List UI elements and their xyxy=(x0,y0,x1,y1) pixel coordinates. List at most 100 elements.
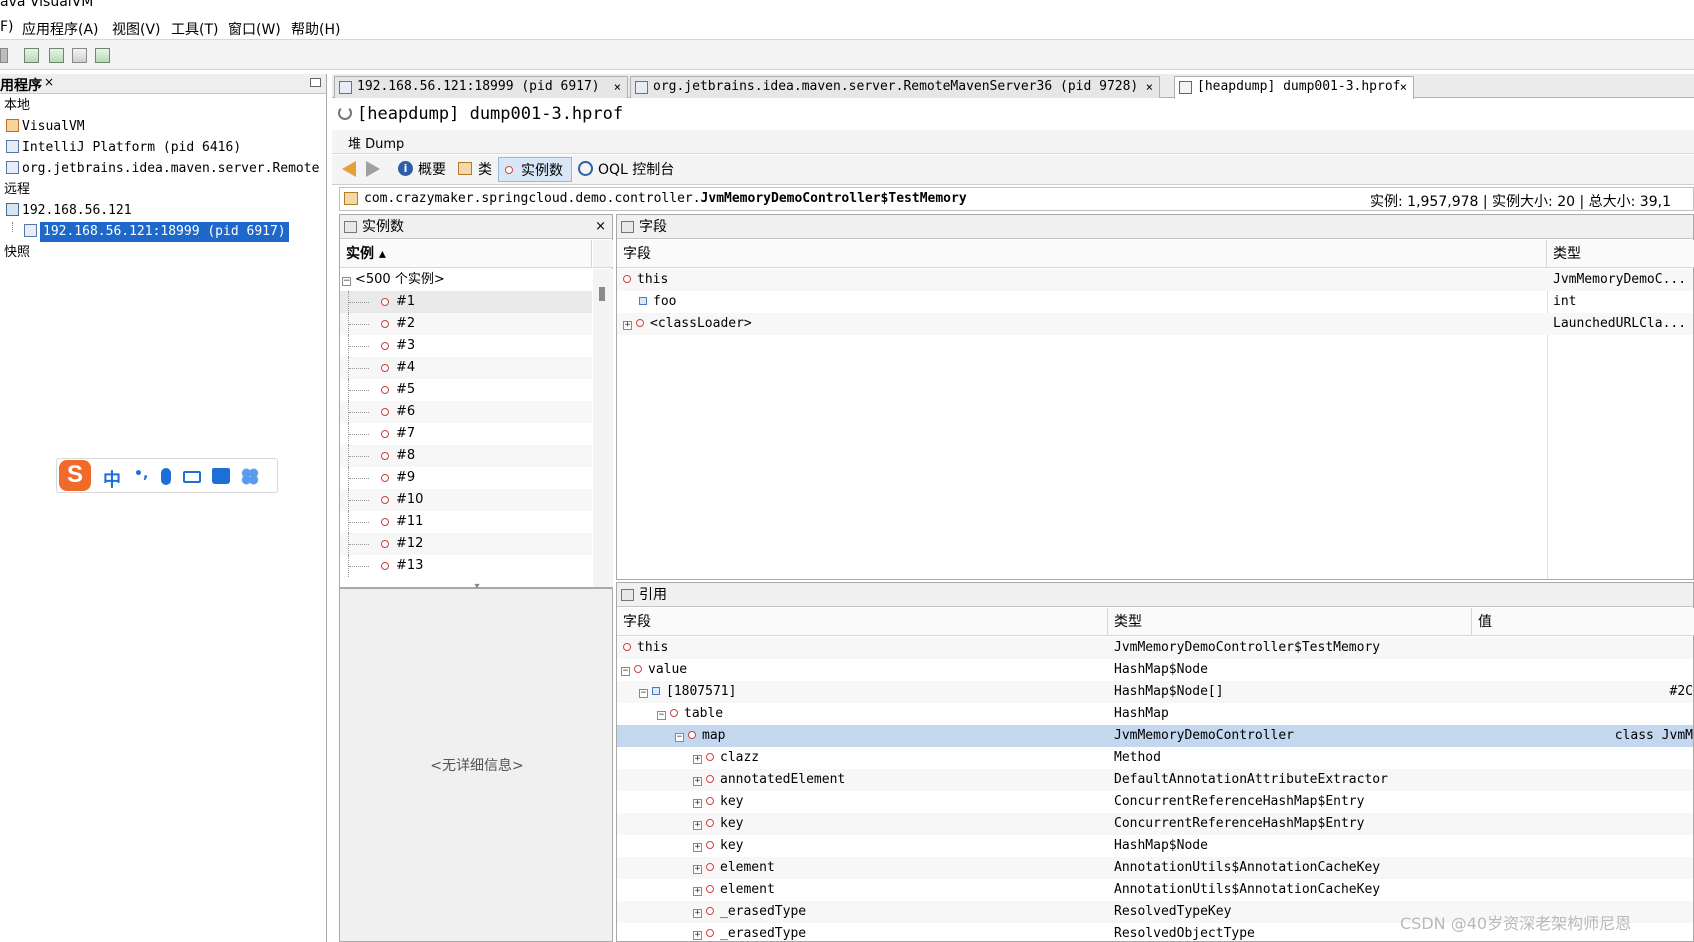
tree-node-remote-app[interactable]: 192.168.56.121:18999 (pid 6917) xyxy=(24,222,289,242)
tree-node-remote[interactable]: 远程 xyxy=(4,180,30,200)
menu-help[interactable]: 帮助(H) xyxy=(291,19,340,39)
instance-item[interactable]: #2 xyxy=(340,313,592,335)
collapse-icon[interactable]: − xyxy=(342,277,351,286)
instance-item[interactable]: #4 xyxy=(340,357,592,379)
instance-column-header[interactable]: 实例 ▴ xyxy=(340,240,592,268)
add-coredump-icon[interactable] xyxy=(95,48,110,63)
instance-item[interactable]: #10 xyxy=(340,489,592,511)
expand-icon[interactable]: + xyxy=(693,887,702,896)
reference-row[interactable]: − value HashMap$Node xyxy=(617,659,1693,681)
column-chooser-icon[interactable] xyxy=(593,240,613,268)
menu-tools[interactable]: 工具(T) xyxy=(171,19,218,39)
instances-view-button[interactable]: 实例数 xyxy=(498,157,572,182)
field-row[interactable]: + <classLoader> LaunchedURLCla... xyxy=(617,313,1693,335)
microphone-icon[interactable] xyxy=(161,468,171,485)
menu-window[interactable]: 窗口(W) xyxy=(228,19,281,39)
tree-node-intellij[interactable]: IntelliJ Platform (pid 6416) xyxy=(6,138,241,158)
reference-row[interactable]: + annotatedElement DefaultAnnotationAttrib… xyxy=(617,769,1693,791)
summary-view-button[interactable]: 概要 xyxy=(418,159,446,179)
instances-scrollbar-thumb[interactable] xyxy=(599,287,605,301)
instance-item[interactable]: #6 xyxy=(340,401,592,423)
tab-maven-server[interactable]: org.jetbrains.idea.maven.server.RemoteMa… xyxy=(630,76,1160,98)
expand-icon[interactable]: + xyxy=(693,843,702,852)
instances-group-row[interactable]: − <500 个实例> xyxy=(342,269,592,291)
tree-node-maven-server[interactable]: org.jetbrains.idea.maven.server.Remote xyxy=(6,159,319,179)
classes-view-button[interactable]: 类 xyxy=(478,159,492,179)
fields-column-field[interactable]: 字段 xyxy=(617,240,1547,268)
instance-icon xyxy=(381,386,389,394)
collapse-icon[interactable]: − xyxy=(657,711,666,720)
add-jmx-icon[interactable] xyxy=(49,48,64,63)
collapse-icon[interactable]: − xyxy=(675,733,684,742)
tree-node-local[interactable]: 本地 xyxy=(4,96,30,116)
instance-item[interactable]: #9 xyxy=(340,467,592,489)
forward-arrow-icon[interactable] xyxy=(366,161,380,177)
tree-node-snapshots[interactable]: 快照 xyxy=(4,243,30,263)
tab-close-icon[interactable]: × xyxy=(1400,77,1407,97)
refresh-icon[interactable] xyxy=(338,106,352,120)
instance-item[interactable]: #13 xyxy=(340,555,592,577)
ime-punctuation-mode[interactable]: •, xyxy=(134,466,148,482)
instances-panel-close-icon[interactable]: × xyxy=(595,215,606,239)
instances-view-label: 实例数 xyxy=(521,163,563,179)
field-row[interactable]: this JvmMemoryDemoC... xyxy=(617,269,1693,291)
expand-icon[interactable]: + xyxy=(693,909,702,918)
instance-item[interactable]: #8 xyxy=(340,445,592,467)
ime-chinese-mode[interactable]: 中 xyxy=(103,466,121,492)
applications-panel-close-icon[interactable]: × xyxy=(44,75,54,89)
menu-view[interactable]: 视图(V) xyxy=(112,19,161,39)
ime-toolbar[interactable]: S 中 •, xyxy=(56,458,278,493)
heap-dump-subtab[interactable]: 堆 Dump xyxy=(348,133,404,152)
instance-item[interactable]: #12 xyxy=(340,533,592,555)
add-snapshot-icon[interactable] xyxy=(72,48,87,63)
instance-item[interactable]: #7 xyxy=(340,423,592,445)
expand-icon[interactable]: + xyxy=(693,799,702,808)
instance-item[interactable]: #11 xyxy=(340,511,592,533)
minimize-icon[interactable] xyxy=(310,78,321,87)
fields-column-type[interactable]: 类型 xyxy=(1547,240,1694,268)
collapse-icon[interactable]: − xyxy=(621,667,630,676)
menu-applications[interactable]: 应用程序(A) xyxy=(22,19,99,39)
reference-row[interactable]: + key ConcurrentReferenceHashMap$Entry xyxy=(617,791,1693,813)
reference-row[interactable]: + element AnnotationUtils$AnnotationCacheK… xyxy=(617,879,1693,901)
tab-heapdump[interactable]: [heapdump] dump001-3.hprof × xyxy=(1174,76,1414,99)
back-arrow-icon[interactable] xyxy=(342,161,356,177)
references-column-type[interactable]: 类型 xyxy=(1108,608,1472,636)
class-stats: 实例: 1,957,978 | 实例大小: 20 | 总大小: 39,1 xyxy=(1370,194,1671,210)
toolbox-icon[interactable] xyxy=(241,468,259,485)
reference-row[interactable]: + key ConcurrentReferenceHashMap$Entry xyxy=(617,813,1693,835)
expand-icon[interactable]: + xyxy=(623,321,632,330)
field-row[interactable]: foo int xyxy=(617,291,1693,313)
menu-file[interactable]: F) xyxy=(0,19,14,35)
instance-item[interactable]: #5 xyxy=(340,379,592,401)
tab-close-icon[interactable]: × xyxy=(614,77,621,97)
oql-console-button[interactable]: OQL 控制台 xyxy=(598,159,674,179)
instance-item[interactable]: #3 xyxy=(340,335,592,357)
skin-shirt-icon[interactable] xyxy=(212,468,230,484)
tree-node-visualvm[interactable]: VisualVM xyxy=(6,117,85,137)
tree-node-remote-host[interactable]: 192.168.56.121 xyxy=(6,201,132,221)
reference-row[interactable]: − [1807571] HashMap$Node[] #2C xyxy=(617,681,1693,703)
tab-close-icon[interactable]: × xyxy=(1146,77,1153,97)
splitter-arrow-icon[interactable]: ▾ xyxy=(340,581,614,592)
references-column-field[interactable]: 字段 xyxy=(617,608,1108,636)
keyboard-icon[interactable] xyxy=(183,471,201,483)
reference-row[interactable]: + clazz Method xyxy=(617,747,1693,769)
open-icon[interactable] xyxy=(0,48,8,63)
add-remote-host-icon[interactable] xyxy=(24,48,39,63)
expand-icon[interactable]: + xyxy=(693,777,702,786)
reference-row[interactable]: + element AnnotationUtils$AnnotationCacheK… xyxy=(617,857,1693,879)
collapse-icon[interactable]: − xyxy=(639,689,648,698)
reference-row[interactable]: − table HashMap xyxy=(617,703,1693,725)
references-column-value[interactable]: 值 xyxy=(1472,608,1694,636)
expand-icon[interactable]: + xyxy=(693,865,702,874)
tab-remote-app[interactable]: 192.168.56.121:18999 (pid 6917) × xyxy=(334,76,628,98)
instances-scrollbar[interactable] xyxy=(593,269,613,587)
expand-icon[interactable]: + xyxy=(693,755,702,764)
expand-icon[interactable]: + xyxy=(693,931,702,940)
reference-row[interactable]: + key HashMap$Node xyxy=(617,835,1693,857)
reference-row[interactable]: this JvmMemoryDemoController$TestMemory xyxy=(617,637,1693,659)
instance-item[interactable]: #1 xyxy=(340,291,592,313)
reference-row[interactable]: − map JvmMemoryDemoController class JvmM xyxy=(617,725,1693,747)
expand-icon[interactable]: + xyxy=(693,821,702,830)
